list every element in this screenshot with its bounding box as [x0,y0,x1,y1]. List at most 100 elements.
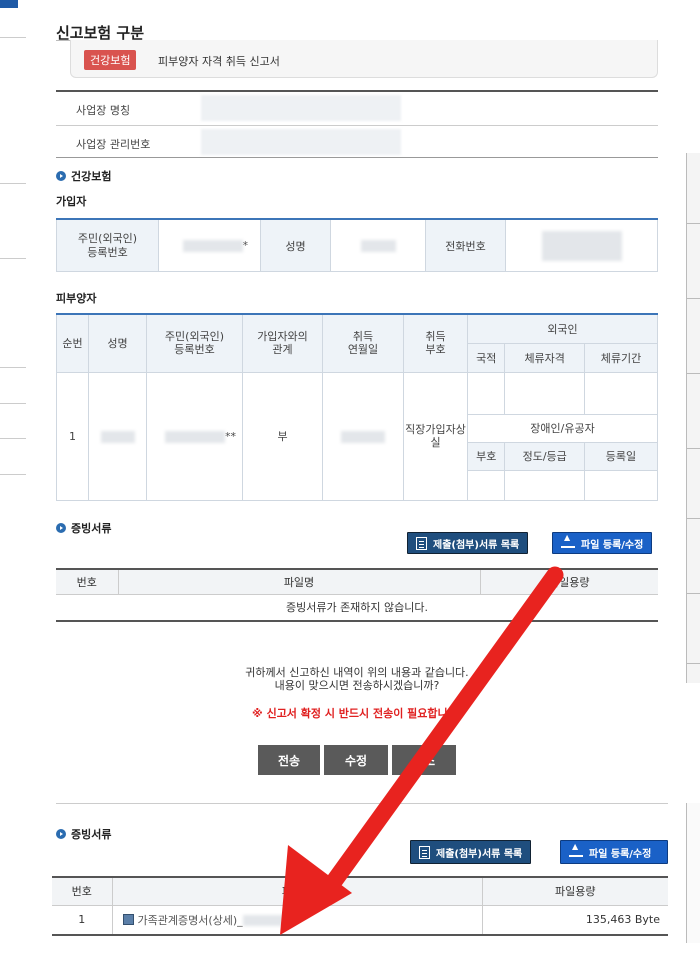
col-file-name: 파일명 [118,569,481,595]
nav-divider [0,367,26,368]
empty-message: 증빙서류가 존재하지 않습니다. [56,594,658,622]
dependents-table: 순번 성명 주민(외국인) 등록번호 가입자와의 관계 취득 연월일 취득 부호… [56,313,659,501]
col-file-size: 파일용량 [482,877,668,906]
upload-icon [569,842,583,857]
col-disabled: 장애인/유공자 [467,413,658,443]
panel-divider [687,663,700,664]
evidence-heading-bottom: 증빙서류 [56,826,111,842]
confirm-warning: ※ 신고서 확정 시 반드시 전송이 필요합니다. [252,707,462,720]
business-info: 사업장 명칭 사업장 관리번호 [56,90,658,158]
col-nationality: 국적 [466,342,506,373]
row-size: 135,463 Byte [482,905,668,936]
confirm-line-1: 귀하께서 신고하신 내역이 위의 내용과 같습니다. [245,666,469,679]
business-number-label: 사업장 관리번호 [76,138,151,151]
business-number-row: 사업장 관리번호 [56,126,658,159]
health-section-heading: 건강보험 [56,168,111,184]
insurance-badge: 건강보험 [84,50,137,70]
col-status: 체류자격 [504,342,585,373]
business-name-label: 사업장 명칭 [76,104,131,117]
col-file-size: 파일용량 [480,569,658,595]
nav-divider [0,474,26,475]
subscriber-id-value: * [158,218,261,272]
dep-disabled-grade [504,469,585,501]
panel-divider [687,223,700,224]
report-type-label: 피부양자 자격 취득 신고서 [158,55,280,68]
col-grade: 정도/등급 [504,441,585,471]
business-name-row: 사업장 명칭 [56,92,658,125]
nav-divider [0,403,26,404]
col-seq: 순번 [56,313,89,373]
evidence-table-bottom: 번호 파일명 파일용량 1 가족관계증명서(상세)_ 135,463 Byte [52,876,668,936]
dep-relation: 부 [242,371,323,501]
col-acq-date: 취득 연월일 [322,313,404,373]
submitted-docs-list-button-bottom[interactable]: 제출(첨부)서류 목록 [410,840,532,864]
file-upload-button[interactable]: 파일 등록/수정 [552,532,653,554]
left-navigation [0,0,28,500]
nav-divider [0,258,26,259]
redacted-value [242,915,293,927]
evidence-table-top: 번호 파일명 파일용량 증빙서류가 존재하지 않습니다. [56,568,658,622]
submitted-docs-list-button[interactable]: 제출(첨부)서류 목록 [407,532,529,554]
nav-divider [0,37,26,38]
dep-id: ** [146,371,243,501]
business-name-value-redacted [201,95,401,121]
col-period: 체류기간 [583,342,659,373]
subscriber-name-value [330,218,426,272]
upload-icon [561,533,575,548]
panel-divider [687,373,700,374]
col-no: 번호 [56,569,119,595]
side-panel-cropped [686,153,700,683]
dep-seq: 1 [56,371,89,501]
dep-acq-date [322,371,404,501]
business-number-value-redacted [201,129,401,155]
col-code: 부호 [466,441,506,471]
dep-name [88,371,147,501]
dep-disabled-date [583,469,659,501]
col-file-name: 파일명 [112,877,483,906]
subscriber-id-label: 주민(외국인) 등록번호 [56,218,159,272]
panel-divider [687,593,700,594]
confirm-text: 귀하께서 신고하신 내역이 위의 내용과 같습니다. 내용이 맞으시면 전송하시… [56,666,658,692]
bullet-icon [56,829,66,839]
subscriber-name-label: 성명 [260,218,331,272]
col-no: 번호 [52,877,113,906]
edit-button[interactable]: 수정 [324,745,388,775]
col-name: 성명 [88,313,147,373]
cancel-button[interactable]: 취소 [392,745,456,775]
bullet-icon [56,523,66,533]
bullet-icon [56,171,66,181]
evidence-heading: 증빙서류 [56,520,111,536]
dep-nationality [466,371,506,415]
col-reg-date: 등록일 [583,441,659,471]
panel-divider [687,448,700,449]
dep-acq-code: 직장가입자상 실 [403,371,468,501]
subscriber-phone-value [505,218,658,272]
send-button[interactable]: 전송 [258,745,320,775]
col-id: 주민(외국인) 등록번호 [146,313,243,373]
panel-divider [687,298,700,299]
subscriber-table: 주민(외국인) 등록번호 * 성명 전화번호 [56,218,658,272]
file-name-link[interactable]: 가족관계증명서(상세)_ [138,914,243,927]
col-relation: 가입자와의 관계 [242,313,323,373]
nav-divider [0,438,26,439]
panel-divider [687,518,700,519]
section-divider [56,803,668,804]
subscriber-heading: 가입자 [56,195,87,208]
row-file[interactable]: 가족관계증명서(상세)_ [112,905,483,936]
document-icon [416,536,427,550]
col-foreigner: 외국인 [467,313,658,344]
floppy-disk-icon [122,913,134,925]
subscriber-phone-label: 전화번호 [425,218,506,272]
nav-divider [0,183,26,184]
file-upload-button-bottom[interactable]: 파일 등록/수정 [560,840,668,864]
side-panel-cropped-lower [686,803,700,943]
dep-status [504,371,585,415]
confirm-line-2: 내용이 맞으시면 전송하시겠습니까? [274,679,440,692]
dep-disabled-code [466,469,506,501]
dependents-heading: 피부양자 [56,292,97,305]
dep-period [583,371,659,415]
row-no: 1 [52,905,113,936]
col-acq-code: 취득 부호 [403,313,468,373]
table-row: 1 가족관계증명서(상세)_ 135,463 Byte [52,905,668,936]
document-icon [419,845,430,859]
